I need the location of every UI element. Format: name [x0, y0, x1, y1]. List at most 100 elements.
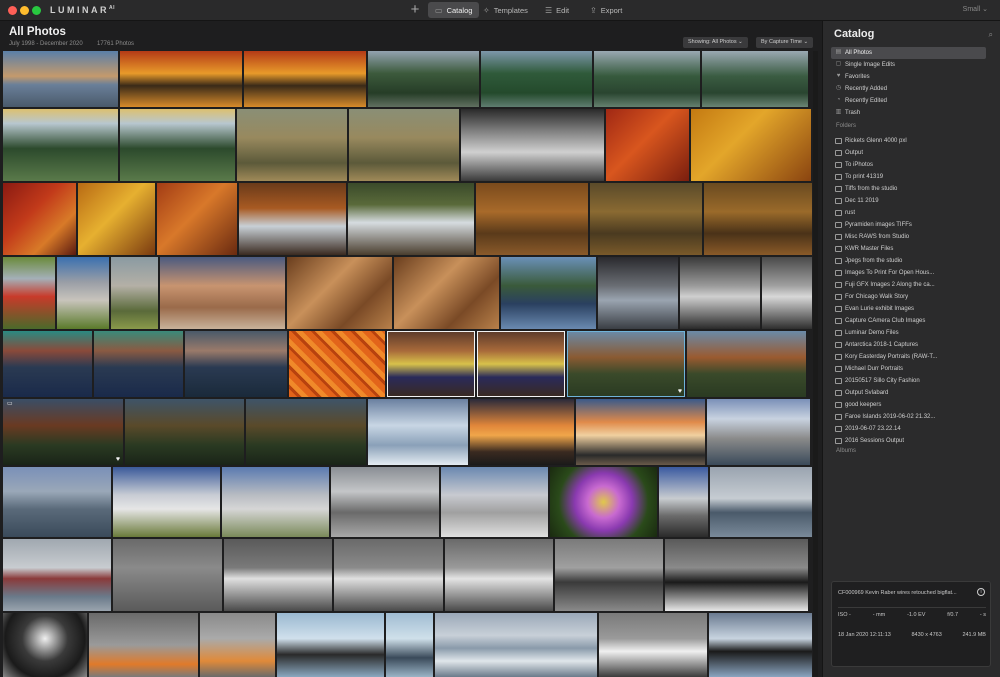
photo-thumbnail[interactable] [704, 183, 812, 255]
folder-item[interactable]: Misc RAWS from Studio [831, 231, 986, 243]
photo-thumbnail[interactable] [239, 183, 346, 255]
folder-item[interactable]: Fuji GFX Images 2 Along the ca... [831, 279, 986, 291]
photo-thumbnail[interactable] [348, 183, 474, 255]
photo-thumbnail[interactable] [94, 331, 183, 397]
folder-item[interactable]: Faroe Islands 2019-06-02 21.32... [831, 411, 986, 423]
folder-item[interactable]: 2016 Sessions Output [831, 435, 986, 447]
photo-thumbnail[interactable] [702, 51, 808, 107]
photo-thumbnail[interactable] [113, 539, 222, 611]
photo-thumbnail[interactable] [481, 51, 592, 107]
photo-thumbnail[interactable] [710, 467, 812, 537]
photo-thumbnail[interactable]: ♥ ▭ [3, 399, 123, 465]
folders-header[interactable]: Folders [836, 123, 856, 129]
photo-thumbnail[interactable] [435, 613, 597, 677]
photo-thumbnail[interactable] [111, 257, 158, 329]
photo-thumbnail[interactable] [78, 183, 155, 255]
photo-thumbnail[interactable] [3, 613, 87, 677]
photo-thumbnail[interactable] [445, 539, 553, 611]
photo-thumbnail[interactable] [477, 331, 565, 397]
photo-thumbnail[interactable] [200, 613, 275, 677]
photo-thumbnail[interactable] [237, 109, 347, 181]
photo-thumbnail[interactable] [590, 183, 702, 255]
photo-thumbnail[interactable] [349, 109, 459, 181]
folder-item[interactable]: Capture CAmera Club Images [831, 315, 986, 327]
folder-item[interactable]: Output Svlabard [831, 387, 986, 399]
folder-item[interactable]: 20150517 Sillo City Fashion [831, 375, 986, 387]
folder-item[interactable]: Tiffs from the studio [831, 183, 986, 195]
sidebar-item-all-photos[interactable]: ▤ All Photos [831, 47, 986, 59]
favorite-heart-icon[interactable]: ♥ [116, 456, 120, 463]
photo-thumbnail[interactable] [386, 613, 433, 677]
photo-thumbnail[interactable] [687, 331, 806, 397]
photo-thumbnail[interactable] [125, 399, 244, 465]
photo-thumbnail[interactable] [3, 183, 76, 255]
photo-thumbnail[interactable] [244, 51, 366, 107]
photo-thumbnail[interactable] [331, 467, 439, 537]
photo-thumbnail[interactable] [3, 467, 111, 537]
sidebar-item-favorites[interactable]: ♥ Favorites [831, 71, 986, 83]
sidebar-item-trash[interactable]: ▥ Trash [831, 107, 986, 119]
folder-item[interactable]: Michael Durr Portraits [831, 363, 986, 375]
photo-thumbnail[interactable] [368, 51, 479, 107]
photo-thumbnail[interactable] [185, 331, 287, 397]
folder-item[interactable]: good keepers [831, 399, 986, 411]
sidebar-item-recently-edited[interactable]: ◔ Recently Edited [831, 95, 986, 107]
photo-thumbnail[interactable] [599, 613, 707, 677]
photo-thumbnail[interactable] [709, 613, 812, 677]
favorite-heart-icon[interactable]: ♥ [678, 388, 682, 395]
add-photos-button[interactable]: + [407, 1, 423, 18]
minimize-window-button[interactable] [20, 6, 29, 15]
maximize-window-button[interactable] [32, 6, 41, 15]
photo-thumbnail[interactable] [598, 257, 678, 329]
photo-thumbnail[interactable] [113, 467, 220, 537]
photo-thumbnail[interactable] [470, 399, 574, 465]
thumbnail-size-select[interactable]: Small ⌄ [963, 5, 988, 13]
folder-item[interactable]: Output [831, 147, 986, 159]
photo-thumbnail[interactable] [394, 257, 499, 329]
tab-edit[interactable]: ☰ Edit [538, 2, 576, 18]
photo-thumbnail[interactable] [3, 109, 118, 181]
photo-thumbnail[interactable] [665, 539, 808, 611]
photo-thumbnail[interactable] [606, 109, 689, 181]
info-icon[interactable]: i [977, 588, 985, 596]
photo-thumbnail[interactable] [691, 109, 811, 181]
photo-thumbnail[interactable] [120, 109, 235, 181]
photo-thumbnail[interactable] [659, 467, 708, 537]
photo-thumbnail[interactable] [246, 399, 366, 465]
photo-thumbnail[interactable] [501, 257, 596, 329]
tab-templates[interactable]: ✧ Templates [476, 2, 535, 18]
photo-thumbnail[interactable] [441, 467, 548, 537]
photo-thumbnail[interactable]: ♥ [567, 331, 685, 397]
sort-dropdown[interactable]: By Capture Time ⌄ [756, 37, 814, 48]
photo-thumbnail[interactable] [222, 467, 329, 537]
sidebar-item-single-image-edits[interactable]: ▢ Single Image Edits [831, 59, 986, 71]
photo-thumbnail[interactable] [287, 257, 392, 329]
folder-item[interactable]: 2019-06-07 23.22.14 [831, 423, 986, 435]
folder-item[interactable]: For Chicago Walk Story [831, 291, 986, 303]
folder-item[interactable]: Images To Print For Open Hous... [831, 267, 986, 279]
photo-thumbnail[interactable] [224, 539, 332, 611]
grid-scrollbar[interactable] [813, 51, 818, 677]
folder-item[interactable]: Dec 11 2019 [831, 195, 986, 207]
photo-thumbnail[interactable] [762, 257, 812, 329]
folder-item[interactable]: Evan Lurie exhibit Images [831, 303, 986, 315]
folder-item[interactable]: Antarctica 2018-1 Captures [831, 339, 986, 351]
photo-thumbnail[interactable] [707, 399, 810, 465]
photo-thumbnail[interactable] [157, 183, 237, 255]
folder-item[interactable]: Jpegs from the studio [831, 255, 986, 267]
photo-thumbnail[interactable] [277, 613, 384, 677]
photo-thumbnail[interactable] [3, 331, 92, 397]
photo-thumbnail[interactable] [57, 257, 109, 329]
photo-thumbnail[interactable] [160, 257, 285, 329]
photo-thumbnail[interactable] [576, 399, 705, 465]
photo-thumbnail[interactable] [120, 51, 242, 107]
photo-thumbnail[interactable] [289, 331, 385, 397]
photo-thumbnail[interactable] [3, 257, 55, 329]
photo-thumbnail[interactable] [3, 51, 118, 107]
albums-header[interactable]: Albums [836, 448, 856, 454]
folder-item[interactable]: Pyramiden images TIFFs [831, 219, 986, 231]
photo-thumbnail[interactable] [550, 467, 657, 537]
photo-thumbnail[interactable] [680, 257, 760, 329]
photo-thumbnail[interactable] [89, 613, 198, 677]
folder-item[interactable]: rust [831, 207, 986, 219]
